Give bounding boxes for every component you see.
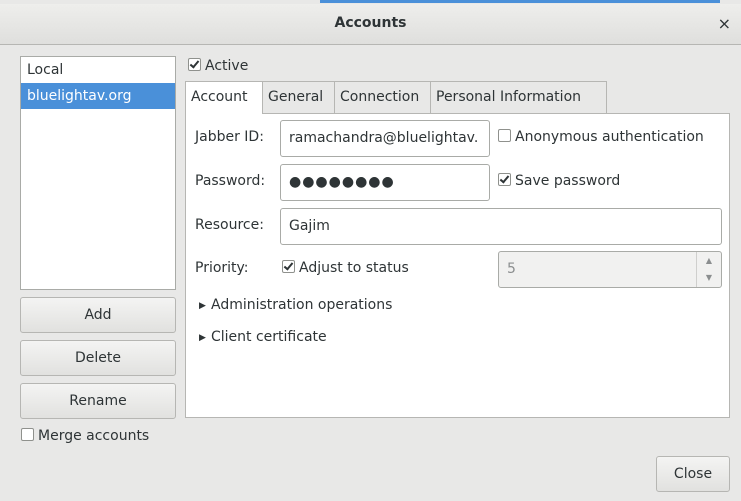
- save-password-check-icon: [498, 173, 511, 186]
- tab-personal-information[interactable]: Personal Information: [430, 81, 607, 113]
- active-check-icon: [188, 58, 201, 71]
- priority-value: 5: [507, 261, 516, 277]
- adjust-to-status-label: Adjust to status: [299, 260, 409, 276]
- spin-down-icon[interactable]: ▼: [697, 269, 721, 286]
- close-button[interactable]: Close: [656, 456, 730, 492]
- merge-accounts-label: Merge accounts: [38, 428, 150, 444]
- client-certificate-label: Client certificate: [211, 329, 327, 345]
- spin-up-icon[interactable]: ▲: [697, 252, 721, 269]
- expander-triangle-icon: ▶: [199, 301, 206, 311]
- close-window-icon[interactable]: ×: [718, 14, 731, 33]
- account-item-local[interactable]: Local: [21, 57, 175, 83]
- merge-accounts-checkbox[interactable]: Merge accounts: [21, 428, 149, 444]
- delete-button[interactable]: Delete: [20, 340, 176, 376]
- rename-button[interactable]: Rename: [20, 383, 176, 419]
- tab-connection[interactable]: Connection: [334, 81, 431, 113]
- password-label: Password:: [195, 173, 266, 189]
- anonymous-auth-checkbox[interactable]: Anonymous authentication: [498, 129, 704, 145]
- active-checkbox[interactable]: Active: [188, 58, 248, 74]
- tab-general[interactable]: General: [262, 81, 335, 113]
- resource-field[interactable]: Gajim: [280, 208, 722, 245]
- anonymous-auth-check-icon: [498, 129, 511, 142]
- add-button[interactable]: Add: [20, 297, 176, 333]
- jabber-id-field[interactable]: ramachandra@bluelightav.: [280, 120, 490, 157]
- password-field[interactable]: ●●●●●●●●: [280, 164, 490, 201]
- save-password-label: Save password: [515, 173, 621, 189]
- accent-bar: [320, 0, 720, 3]
- account-list[interactable]: Local bluelightav.org: [20, 56, 176, 290]
- jabber-id-label: Jabber ID:: [195, 129, 264, 145]
- administration-operations-expander[interactable]: ▶ Administration operations: [199, 297, 392, 313]
- account-item-bluelightav[interactable]: bluelightav.org: [21, 83, 175, 109]
- resource-label: Resource:: [195, 217, 264, 233]
- administration-operations-label: Administration operations: [211, 297, 393, 313]
- expander-triangle-icon: ▶: [199, 333, 206, 343]
- anonymous-auth-label: Anonymous authentication: [515, 129, 704, 145]
- client-certificate-expander[interactable]: ▶ Client certificate: [199, 329, 327, 345]
- merge-accounts-check-icon: [21, 428, 34, 441]
- priority-label: Priority:: [195, 260, 249, 276]
- adjust-to-status-check-icon: [282, 260, 295, 273]
- priority-spinbutton[interactable]: 5 ▲ ▼: [498, 251, 722, 288]
- tab-account[interactable]: Account: [185, 81, 263, 114]
- adjust-to-status-checkbox[interactable]: Adjust to status: [282, 260, 409, 276]
- window-title: Accounts: [334, 15, 407, 31]
- priority-spin-controls[interactable]: ▲ ▼: [696, 252, 721, 287]
- title-bar: Accounts ×: [0, 4, 741, 45]
- save-password-checkbox[interactable]: Save password: [498, 173, 620, 189]
- active-label: Active: [205, 58, 249, 74]
